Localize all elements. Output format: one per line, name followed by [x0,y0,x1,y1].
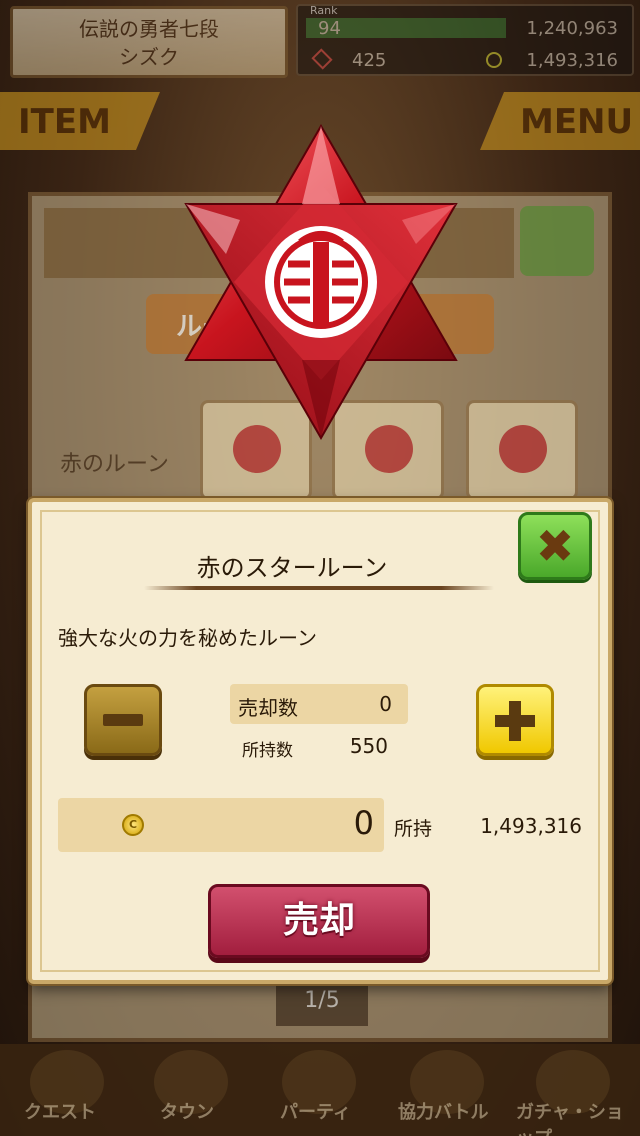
close-button[interactable]: ✖ [518,512,592,580]
exp-value: 1,240,963 [526,18,618,39]
player-info: 伝説の勇者七段 シズク [10,6,288,78]
player-name: シズク [119,45,179,69]
nav-town[interactable]: タウン [160,1098,214,1124]
title-underline [144,586,494,590]
red-star-rune-icon [184,124,458,440]
stats-panel: Rank 94 1,240,963 425 1,493,316 [296,4,634,76]
item-description: 強大な火の力を秘めたルーン [58,626,317,650]
coin-icon [486,52,502,68]
sale-price-value: 0 [353,804,374,842]
coin-icon: C [122,814,144,836]
menu-tab[interactable]: MENU [480,92,640,150]
rank-value: 94 [318,18,341,39]
sell-count-value: 0 [379,692,392,716]
gem-icon [311,48,333,70]
nav-gacha-shop[interactable]: ガチャ・ショップ [516,1098,640,1136]
sell-button-label: 売却 [282,900,355,941]
player-title: 伝説の勇者七段 [79,17,219,41]
increase-button[interactable] [476,684,554,756]
held-coins-value: 1,493,316 [480,814,582,838]
held-coins-label: 所持 [394,818,433,840]
close-icon: ✖ [535,519,575,573]
status-bar: 伝説の勇者七段 シズク Rank 94 1,240,963 425 1,493,… [0,0,640,80]
item-tab[interactable]: ITEM [0,92,160,150]
sell-button[interactable]: 売却 [208,884,430,958]
owned-value: 550 [349,734,388,758]
dialog-title: 赤のスタールーン [196,554,388,582]
nav-coop-battle[interactable]: 協力バトル [398,1098,489,1124]
gem-count: 425 [352,50,387,71]
rune-slot[interactable] [466,400,578,500]
sell-count-label: 売却数 [238,696,298,720]
decrease-button[interactable] [84,684,162,756]
nav-quest[interactable]: クエスト [24,1098,96,1124]
owned-label: 所持数 [242,741,293,761]
item-list-close-button[interactable] [520,206,594,276]
nav-party[interactable]: パーティ [280,1098,351,1124]
row-label: 赤のルーン [60,452,169,477]
coin-count: 1,493,316 [526,50,618,71]
rune-icon [499,425,547,473]
minus-icon [103,714,143,726]
rank-label: Rank [310,4,338,17]
